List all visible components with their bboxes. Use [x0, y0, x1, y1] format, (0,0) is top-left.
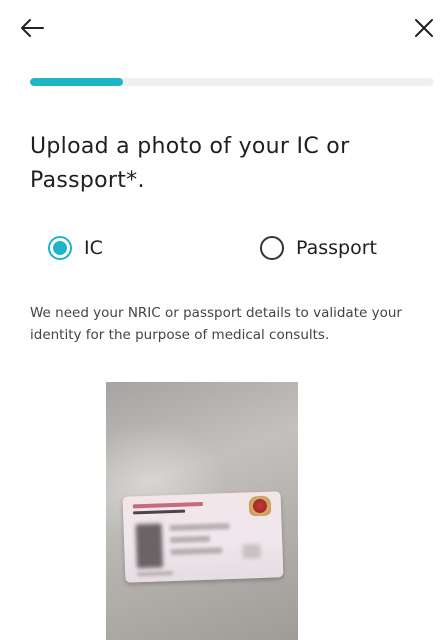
radio-label-ic: IC [84, 237, 103, 259]
document-type-radio-group: IC Passport [0, 230, 444, 274]
back-button[interactable] [14, 10, 50, 46]
blurred-field [169, 523, 230, 532]
blurred-field [242, 544, 261, 559]
close-icon [415, 19, 433, 37]
blurred-portrait [135, 523, 164, 569]
blurred-field [170, 547, 223, 556]
arrow-left-icon [21, 19, 44, 37]
top-bar [0, 0, 444, 56]
uploaded-id-photo[interactable] [106, 382, 298, 640]
coat-of-arms-icon [248, 495, 272, 517]
card-header [132, 501, 233, 516]
radio-label-passport: Passport [296, 237, 377, 259]
progress-bar [30, 78, 434, 86]
blurred-field [169, 535, 211, 544]
id-card-image [122, 491, 284, 583]
blurred-field [137, 571, 174, 577]
radio-option-passport[interactable]: Passport [260, 236, 377, 260]
card-text-republic [132, 501, 203, 509]
close-button[interactable] [406, 10, 442, 46]
radio-button-ic[interactable] [48, 236, 72, 260]
radio-selected-dot [53, 241, 67, 255]
description-text: We need your NRIC or passport details to… [30, 305, 402, 343]
progress-bar-fill [30, 78, 123, 86]
radio-button-passport[interactable] [260, 236, 284, 260]
radio-option-ic[interactable]: IC [48, 236, 103, 260]
page-title: Upload a photo of your IC or Passport*. [30, 134, 350, 193]
card-text-identity-no [133, 509, 186, 515]
